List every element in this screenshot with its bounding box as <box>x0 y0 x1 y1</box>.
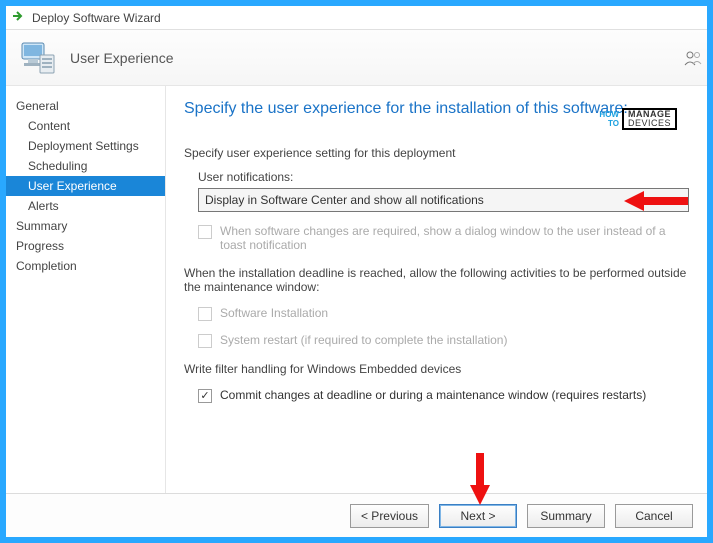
sidebar-item-completion[interactable]: Completion <box>6 256 165 276</box>
software-install-checkbox <box>198 307 212 321</box>
sidebar-item-content[interactable]: Content <box>6 116 165 136</box>
page-heading: User Experience <box>70 50 174 66</box>
titlebar: Deploy Software Wizard <box>6 6 707 30</box>
previous-button[interactable]: < Previous <box>350 504 429 528</box>
toast-dialog-label: When software changes are required, show… <box>220 224 689 252</box>
commit-changes-label: Commit changes at deadline or during a m… <box>220 388 646 402</box>
watermark-badge: HOWTO MANAGE DEVICES <box>599 108 677 130</box>
window-title: Deploy Software Wizard <box>32 11 161 25</box>
sidebar-item-general[interactable]: General <box>6 96 165 116</box>
cancel-button[interactable]: Cancel <box>615 504 693 528</box>
next-button-label: Next > <box>460 509 495 523</box>
sidebar-item-alerts[interactable]: Alerts <box>6 196 165 216</box>
summary-button-label: Summary <box>540 509 591 523</box>
badge-howto: HOWTO <box>599 108 622 130</box>
footer: < Previous Next > Summary Cancel <box>6 493 707 537</box>
wizard-icon <box>16 37 58 79</box>
embedded-label: Write filter handling for Windows Embedd… <box>184 362 689 376</box>
commit-changes-checkbox[interactable]: ✓ <box>198 389 212 403</box>
toast-dialog-checkbox <box>198 225 212 239</box>
content-pane: HOWTO MANAGE DEVICES Specify the user ex… <box>166 86 707 493</box>
section-label-1: Specify user experience setting for this… <box>184 146 689 160</box>
badge-line2: DEVICES <box>628 119 671 128</box>
sidebar-item-summary[interactable]: Summary <box>6 216 165 236</box>
user-notifications-label: User notifications: <box>198 170 689 184</box>
sidebar: GeneralContentDeployment SettingsSchedul… <box>6 86 166 493</box>
next-button[interactable]: Next > <box>439 504 517 528</box>
software-install-label: Software Installation <box>220 306 328 320</box>
summary-button[interactable]: Summary <box>527 504 605 528</box>
deadline-intro: When the installation deadline is reache… <box>184 266 689 294</box>
sidebar-item-progress[interactable]: Progress <box>6 236 165 256</box>
users-icon <box>683 48 703 71</box>
commit-changes-checkbox-row[interactable]: ✓ Commit changes at deadline or during a… <box>198 388 689 403</box>
sidebar-item-deployment-settings[interactable]: Deployment Settings <box>6 136 165 156</box>
chevron-down-icon: ⌵ <box>674 195 682 206</box>
system-restart-checkbox-row: System restart (if required to complete … <box>198 333 689 348</box>
toast-dialog-checkbox-row: When software changes are required, show… <box>198 224 689 252</box>
system-restart-label: System restart (if required to complete … <box>220 333 507 347</box>
system-restart-checkbox <box>198 334 212 348</box>
user-notifications-dropdown[interactable]: Display in Software Center and show all … <box>198 188 689 212</box>
software-install-checkbox-row: Software Installation <box>198 306 689 321</box>
header: User Experience <box>6 30 707 86</box>
cancel-button-label: Cancel <box>635 509 672 523</box>
previous-button-label: < Previous <box>361 509 418 523</box>
sidebar-item-user-experience[interactable]: User Experience <box>6 176 165 196</box>
title-arrow-icon <box>12 10 26 25</box>
user-notifications-value: Display in Software Center and show all … <box>205 193 484 207</box>
sidebar-item-scheduling[interactable]: Scheduling <box>6 156 165 176</box>
